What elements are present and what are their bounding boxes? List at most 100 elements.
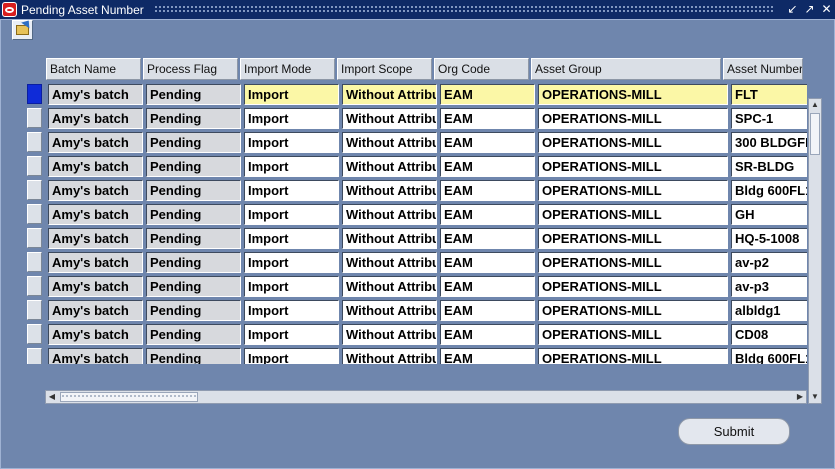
table-row[interactable]: Amy's batchPendingImportWithout Attribut…: [25, 250, 807, 274]
table-cell[interactable]: Without Attributes: [342, 299, 437, 321]
open-folder-button[interactable]: [12, 20, 33, 40]
table-row[interactable]: Amy's batchPendingImportWithout Attribut…: [25, 130, 807, 154]
table-cell[interactable]: GH: [731, 203, 807, 225]
table-row[interactable]: Amy's batchPendingImportWithout Attribut…: [25, 274, 807, 298]
row-selector[interactable]: [27, 204, 42, 224]
row-selector[interactable]: [27, 300, 42, 320]
table-cell[interactable]: 300 BLDGFL1: [731, 131, 807, 153]
table-cell[interactable]: OPERATIONS-MILL: [538, 131, 728, 153]
table-cell[interactable]: av-p3: [731, 275, 807, 297]
maximize-icon[interactable]: ↗: [801, 1, 818, 18]
table-cell[interactable]: Import: [244, 251, 339, 273]
table-cell[interactable]: HQ-5-1008: [731, 227, 807, 249]
table-cell[interactable]: Without Attributes: [342, 83, 437, 105]
table-cell[interactable]: OPERATIONS-MILL: [538, 251, 728, 273]
table-row[interactable]: Amy's batchPendingImportWithout Attribut…: [25, 202, 807, 226]
table-cell[interactable]: Without Attributes: [342, 275, 437, 297]
table-cell[interactable]: OPERATIONS-MILL: [538, 203, 728, 225]
row-selector[interactable]: [27, 252, 42, 272]
table-cell[interactable]: OPERATIONS-MILL: [538, 347, 728, 364]
vertical-scrollbar[interactable]: ▲ ▼: [808, 98, 822, 404]
row-selector[interactable]: [27, 228, 42, 248]
table-row[interactable]: Amy's batchPendingImportWithout Attribut…: [25, 298, 807, 322]
table-cell[interactable]: Import: [244, 275, 339, 297]
table-cell[interactable]: Without Attributes: [342, 227, 437, 249]
table-cell[interactable]: EAM: [440, 131, 535, 153]
table-row[interactable]: Amy's batchPendingImportWithout Attribut…: [25, 346, 807, 364]
table-cell[interactable]: SR-BLDG: [731, 155, 807, 177]
table-cell[interactable]: av-p2: [731, 251, 807, 273]
table-cell[interactable]: Import: [244, 155, 339, 177]
table-cell[interactable]: Import: [244, 347, 339, 364]
scroll-right-icon[interactable]: ▶: [794, 391, 806, 403]
table-cell[interactable]: Without Attributes: [342, 347, 437, 364]
row-selector[interactable]: [27, 84, 42, 104]
table-cell[interactable]: Import: [244, 299, 339, 321]
row-selector[interactable]: [27, 132, 42, 152]
table-cell[interactable]: EAM: [440, 323, 535, 345]
table-cell[interactable]: OPERATIONS-MILL: [538, 107, 728, 129]
table-cell[interactable]: EAM: [440, 347, 535, 364]
table-cell[interactable]: EAM: [440, 275, 535, 297]
table-cell[interactable]: OPERATIONS-MILL: [538, 299, 728, 321]
table-cell[interactable]: Import: [244, 83, 339, 105]
table-cell[interactable]: Import: [244, 203, 339, 225]
table-row[interactable]: Amy's batchPendingImportWithout Attribut…: [25, 154, 807, 178]
table-cell[interactable]: OPERATIONS-MILL: [538, 227, 728, 249]
column-header[interactable]: Asset Number: [723, 58, 803, 80]
table-cell[interactable]: Without Attributes: [342, 323, 437, 345]
row-selector[interactable]: [27, 276, 42, 296]
table-cell[interactable]: OPERATIONS-MILL: [538, 155, 728, 177]
column-header[interactable]: Org Code: [434, 58, 529, 80]
horizontal-scroll-thumb[interactable]: [60, 392, 198, 402]
submit-button[interactable]: Submit: [678, 418, 790, 445]
table-cell[interactable]: EAM: [440, 227, 535, 249]
row-selector[interactable]: [27, 324, 42, 344]
table-row[interactable]: Amy's batchPendingImportWithout Attribut…: [25, 226, 807, 250]
table-cell[interactable]: Without Attributes: [342, 203, 437, 225]
table-cell[interactable]: EAM: [440, 155, 535, 177]
table-cell[interactable]: Import: [244, 323, 339, 345]
table-cell[interactable]: albldg1: [731, 299, 807, 321]
column-header[interactable]: Import Scope: [337, 58, 432, 80]
table-cell[interactable]: OPERATIONS-MILL: [538, 83, 728, 105]
scroll-up-icon[interactable]: ▲: [809, 99, 821, 111]
table-cell[interactable]: Import: [244, 227, 339, 249]
table-cell[interactable]: EAM: [440, 107, 535, 129]
table-cell[interactable]: CD08: [731, 323, 807, 345]
scroll-left-icon[interactable]: ◀: [46, 391, 58, 403]
table-cell[interactable]: FLT: [731, 83, 807, 105]
scroll-down-icon[interactable]: ▼: [809, 391, 821, 403]
table-row[interactable]: Amy's batchPendingImportWithout Attribut…: [25, 178, 807, 202]
table-cell[interactable]: OPERATIONS-MILL: [538, 323, 728, 345]
table-cell[interactable]: Without Attributes: [342, 131, 437, 153]
table-cell[interactable]: Bldg 600FL1: [731, 179, 807, 201]
table-cell[interactable]: EAM: [440, 203, 535, 225]
table-cell[interactable]: Without Attributes: [342, 155, 437, 177]
close-icon[interactable]: ✕: [818, 1, 835, 18]
table-row[interactable]: Amy's batchPendingImportWithout Attribut…: [25, 322, 807, 346]
column-header[interactable]: Batch Name: [46, 58, 141, 80]
table-cell[interactable]: OPERATIONS-MILL: [538, 275, 728, 297]
table-cell[interactable]: Import: [244, 107, 339, 129]
column-header[interactable]: Asset Group: [531, 58, 721, 80]
vertical-scroll-thumb[interactable]: [810, 113, 820, 155]
table-cell[interactable]: Without Attributes: [342, 251, 437, 273]
table-cell[interactable]: SPC-1: [731, 107, 807, 129]
minimize-icon[interactable]: ↙: [784, 1, 801, 18]
horizontal-scrollbar[interactable]: ◀ ▶: [45, 390, 807, 404]
row-selector[interactable]: [27, 180, 42, 200]
column-header[interactable]: Import Mode: [240, 58, 335, 80]
table-row[interactable]: Amy's batchPendingImportWithout Attribut…: [25, 82, 807, 106]
table-cell[interactable]: OPERATIONS-MILL: [538, 179, 728, 201]
table-cell[interactable]: Import: [244, 179, 339, 201]
table-cell[interactable]: Without Attributes: [342, 179, 437, 201]
table-cell[interactable]: EAM: [440, 179, 535, 201]
table-cell[interactable]: Import: [244, 131, 339, 153]
row-selector[interactable]: [27, 156, 42, 176]
title-bar-grip[interactable]: [153, 5, 774, 14]
table-cell[interactable]: EAM: [440, 83, 535, 105]
table-cell[interactable]: EAM: [440, 299, 535, 321]
table-cell[interactable]: EAM: [440, 251, 535, 273]
row-selector[interactable]: [27, 348, 42, 364]
